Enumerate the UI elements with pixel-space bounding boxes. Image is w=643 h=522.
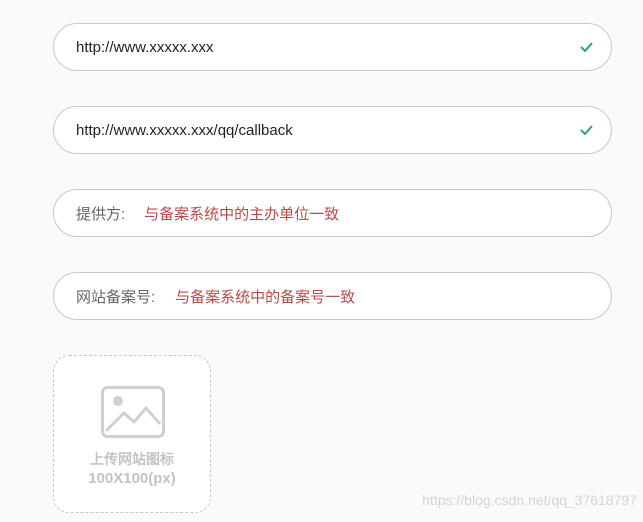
upload-size-hint: 100X100(px) xyxy=(88,470,176,487)
icp-number-label: 网站备案号: xyxy=(76,288,156,306)
check-icon xyxy=(579,40,593,54)
website-url-input[interactable]: http://www.xxxxx.xxx xyxy=(76,39,579,56)
upload-icon-button[interactable]: 上传网站图标 100X100(px) xyxy=(53,355,211,513)
icp-number-field[interactable]: 网站备案号: 与备案系统中的备案号一致 xyxy=(53,272,612,320)
callback-url-field[interactable]: http://www.xxxxx.xxx/qq/callback xyxy=(53,106,612,154)
callback-url-input[interactable]: http://www.xxxxx.xxx/qq/callback xyxy=(76,122,579,139)
icp-number-value[interactable]: 与备案系统中的备案号一致 xyxy=(175,286,355,307)
provider-value[interactable]: 与备案系统中的主办单位一致 xyxy=(144,203,339,224)
check-icon xyxy=(579,123,593,137)
provider-label: 提供方: xyxy=(76,205,126,223)
watermark: https://blog.csdn.net/qq_37618797 xyxy=(422,492,637,508)
provider-field[interactable]: 提供方: 与备案系统中的主办单位一致 xyxy=(53,189,612,237)
upload-label: 上传网站图标 xyxy=(90,451,174,467)
website-url-field[interactable]: http://www.xxxxx.xxx xyxy=(53,23,612,71)
image-icon xyxy=(101,386,165,438)
